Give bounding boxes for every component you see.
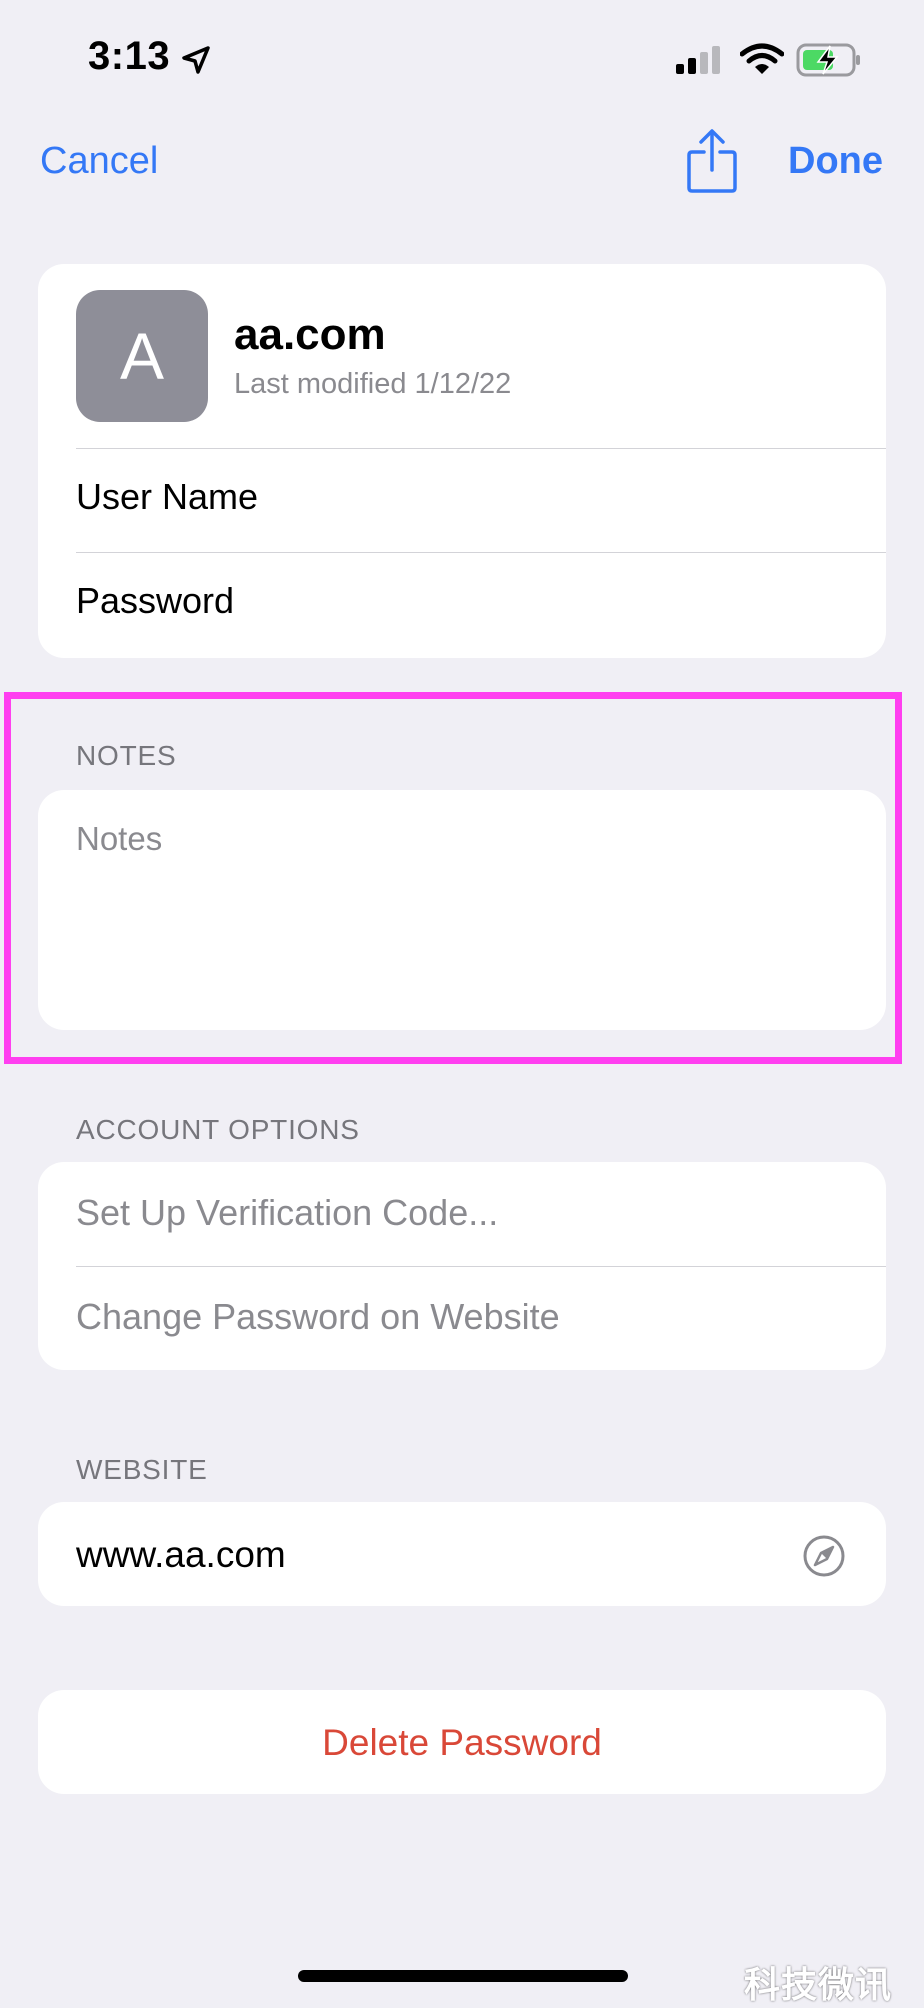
divider [76, 1266, 886, 1267]
divider [76, 552, 886, 553]
compass-icon[interactable] [802, 1534, 846, 1578]
home-indicator[interactable] [298, 1970, 628, 1982]
location-arrow-icon [182, 46, 210, 74]
cancel-button[interactable]: Cancel [40, 140, 158, 183]
change-password-website-button[interactable]: Change Password on Website [76, 1296, 560, 1338]
website-section-header: WEBSITE [76, 1454, 208, 1485]
user-name-field[interactable]: User Name [76, 476, 258, 518]
notes-section-header: NOTES [76, 740, 177, 771]
avatar: A [76, 290, 208, 422]
cellular-signal-icon [676, 46, 720, 74]
notes-input[interactable]: Notes [38, 790, 886, 1030]
site-title: aa.com [234, 310, 386, 359]
done-button[interactable]: Done [788, 140, 883, 183]
last-modified-text: Last modified 1/12/22 [234, 368, 512, 400]
delete-password-label: Delete Password [322, 1722, 602, 1763]
battery-charging-icon [796, 43, 860, 77]
wifi-icon [740, 43, 784, 74]
website-row[interactable]: www.aa.com [38, 1502, 886, 1606]
website-url: www.aa.com [76, 1534, 286, 1575]
notes-placeholder: Notes [76, 820, 163, 857]
divider [76, 448, 886, 449]
status-time: 3:13 [88, 34, 171, 78]
account-card: A aa.com Last modified 1/12/22 User Name… [38, 264, 886, 658]
delete-password-button[interactable]: Delete Password [38, 1690, 886, 1794]
account-options-card: Set Up Verification Code... Change Passw… [38, 1162, 886, 1370]
account-options-header: ACCOUNT OPTIONS [76, 1114, 360, 1145]
watermark-text: 科技微讯 [744, 1964, 893, 2005]
password-field[interactable]: Password [76, 580, 234, 622]
share-icon[interactable] [686, 128, 738, 194]
setup-verification-code-button[interactable]: Set Up Verification Code... [76, 1192, 498, 1234]
